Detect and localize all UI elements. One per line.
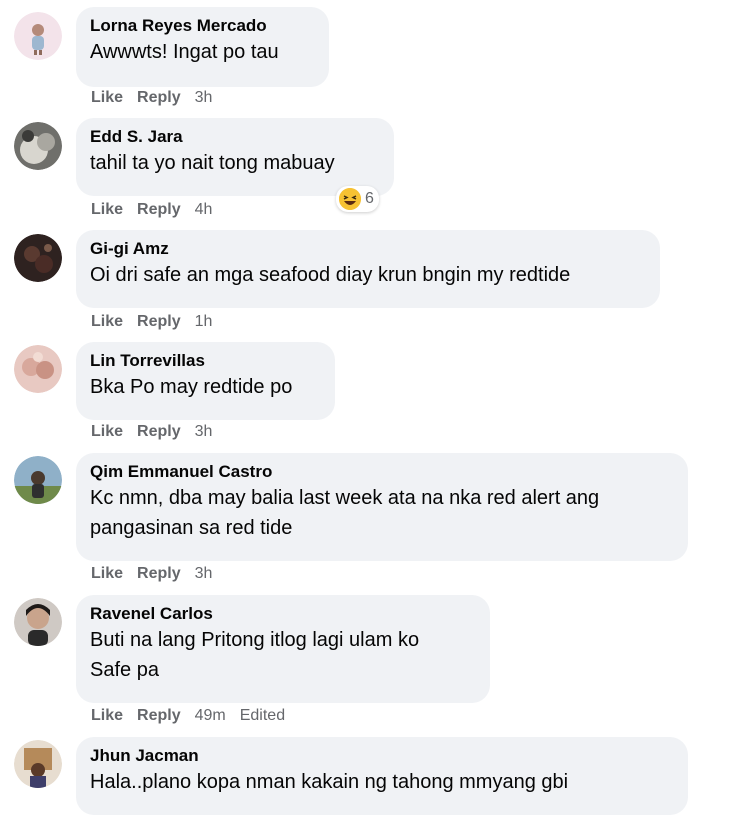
avatar[interactable] <box>14 740 62 788</box>
edited-label[interactable]: Edited <box>240 707 285 725</box>
commenter-name[interactable]: Gi-gi Amz <box>90 238 646 260</box>
like-button[interactable]: Like <box>91 89 123 107</box>
comment-bubble: Ravenel Carlos Buti na lang Pritong itlo… <box>76 595 490 703</box>
comment-actions: Like Reply 3h <box>91 565 212 583</box>
avatar[interactable] <box>14 12 62 60</box>
like-button[interactable]: Like <box>91 707 123 725</box>
comment-actions: Like Reply 4h <box>91 201 212 219</box>
comment-bubble: Lorna Reyes Mercado Awwwts! Ingat po tau <box>76 7 329 87</box>
comment-bubble: Edd S. Jara tahil ta yo nait tong mabuay <box>76 118 394 196</box>
commenter-name[interactable]: Lin Torrevillas <box>90 350 321 372</box>
commenter-name[interactable]: Edd S. Jara <box>90 126 380 148</box>
avatar[interactable] <box>14 598 62 646</box>
commenter-name[interactable]: Ravenel Carlos <box>90 603 476 625</box>
avatar[interactable] <box>14 456 62 504</box>
comment-bubble: Lin Torrevillas Bka Po may redtide po <box>76 342 335 420</box>
comment-text: tahil ta yo nait tong mabuay <box>90 152 335 174</box>
timestamp[interactable]: 3h <box>195 423 213 441</box>
comment-text: Buti na lang Pritong itlog lagi ulam ko … <box>90 629 420 681</box>
like-button[interactable]: Like <box>91 201 123 219</box>
avatar[interactable] <box>14 234 62 282</box>
comment-text: Oi dri safe an mga seafood diay krun bng… <box>90 264 571 286</box>
commenter-name[interactable]: Jhun Jacman <box>90 745 674 767</box>
reply-button[interactable]: Reply <box>137 707 181 725</box>
like-button[interactable]: Like <box>91 313 123 331</box>
comment-text: Awwwts! Ingat po tau <box>90 41 279 63</box>
reply-button[interactable]: Reply <box>137 89 181 107</box>
comment-text: Bka Po may redtide po <box>90 376 293 398</box>
comment-actions: Like Reply 1h <box>91 313 212 331</box>
reaction-count: 6 <box>365 190 374 207</box>
timestamp[interactable]: 49m <box>195 707 226 725</box>
comment-actions: Like Reply 3h <box>91 89 212 107</box>
reply-button[interactable]: Reply <box>137 423 181 441</box>
commenter-name[interactable]: Qim Emmanuel Castro <box>90 461 674 483</box>
like-button[interactable]: Like <box>91 565 123 583</box>
like-button[interactable]: Like <box>91 423 123 441</box>
reply-button[interactable]: Reply <box>137 201 181 219</box>
avatar[interactable] <box>14 122 62 170</box>
reply-button[interactable]: Reply <box>137 565 181 583</box>
comment-bubble: Qim Emmanuel Castro Kc nmn, dba may bali… <box>76 453 688 561</box>
timestamp[interactable]: 4h <box>195 201 213 219</box>
comment-text: Kc nmn, dba may balia last week ata na n… <box>90 487 600 539</box>
comment-text: Hala..plano kopa nman kakain ng tahong m… <box>90 771 569 793</box>
timestamp[interactable]: 3h <box>195 565 213 583</box>
comment-bubble: Jhun Jacman Hala..plano kopa nman kakain… <box>76 737 688 815</box>
comment-bubble: Gi-gi Amz Oi dri safe an mga seafood dia… <box>76 230 660 308</box>
comment-actions: Like Reply 49m Edited <box>91 707 285 725</box>
avatar[interactable] <box>14 345 62 393</box>
timestamp[interactable]: 1h <box>195 313 213 331</box>
haha-icon <box>339 188 361 210</box>
comment-actions: Like Reply 3h <box>91 423 212 441</box>
timestamp[interactable]: 3h <box>195 89 213 107</box>
reaction-summary[interactable]: 6 <box>336 186 379 212</box>
reply-button[interactable]: Reply <box>137 313 181 331</box>
commenter-name[interactable]: Lorna Reyes Mercado <box>90 15 315 37</box>
